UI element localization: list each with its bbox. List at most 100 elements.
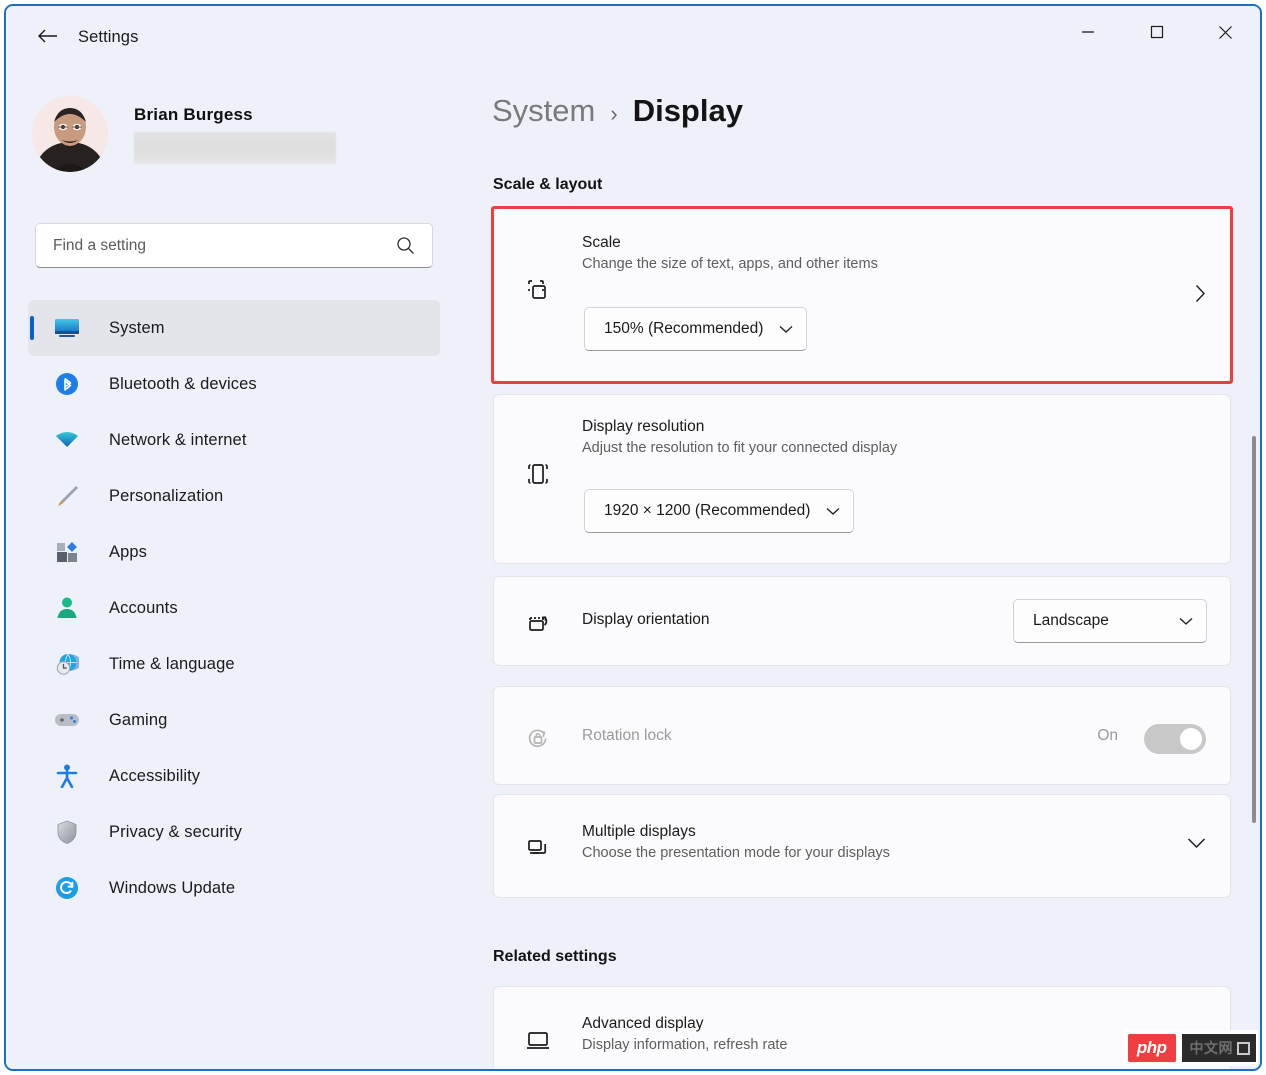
- sidebar-item-label: Bluetooth & devices: [109, 374, 257, 393]
- watermark-square-icon: [1237, 1041, 1250, 1055]
- sidebar-item-label: System: [109, 318, 165, 337]
- main-content: System › Display Scale & layout Scale Ch…: [470, 68, 1260, 1069]
- scale-card-title: Scale: [582, 234, 621, 251]
- settings-window: Settings Brian Burgess Find a setting Sy…: [4, 4, 1262, 1071]
- sidebar-item-system[interactable]: System: [28, 300, 440, 356]
- content-scrollbar[interactable]: [1248, 68, 1260, 1069]
- scale-resize-icon: [523, 275, 553, 305]
- orientation-dropdown[interactable]: Landscape: [1013, 599, 1207, 643]
- back-arrow-icon: [37, 27, 59, 50]
- minimize-button[interactable]: [1053, 6, 1122, 58]
- maximize-button[interactable]: [1122, 6, 1191, 58]
- rotation-lock-card-title: Rotation lock: [582, 727, 672, 744]
- rotation-lock-icon: [523, 723, 553, 753]
- profile-email-redacted: [134, 131, 336, 164]
- update-refresh-icon: [52, 873, 82, 903]
- user-profile[interactable]: Brian Burgess: [32, 96, 336, 172]
- bluetooth-icon: [52, 369, 82, 399]
- scale-card-subtitle: Change the size of text, apps, and other…: [582, 256, 878, 272]
- orientation-dropdown-value: Landscape: [1033, 612, 1109, 629]
- sidebar-item-personalization[interactable]: Personalization: [28, 468, 440, 524]
- watermark-badge: php 中文网: [1123, 1030, 1258, 1066]
- sidebar-item-time-language[interactable]: Time & language: [28, 636, 440, 692]
- multiple-displays-icon: [523, 833, 553, 863]
- scale-card[interactable]: Scale Change the size of text, apps, and…: [493, 208, 1231, 382]
- resolution-icon: [523, 459, 553, 489]
- orientation-rotate-icon: [523, 608, 553, 638]
- scrollbar-thumb[interactable]: [1252, 436, 1256, 823]
- multiple-displays-card-title: Multiple displays: [582, 823, 696, 840]
- search-input[interactable]: [53, 236, 396, 255]
- page-title: Display: [632, 93, 743, 128]
- sidebar-item-windows-update[interactable]: Windows Update: [28, 860, 440, 916]
- breadcrumb-parent[interactable]: System: [492, 93, 595, 129]
- gamepad-icon: [52, 705, 82, 735]
- resolution-card-subtitle: Adjust the resolution to fit your connec…: [582, 440, 898, 456]
- sidebar-nav: System Bluetooth & devices Network & int…: [28, 300, 440, 916]
- close-button[interactable]: [1191, 6, 1260, 58]
- monitor-icon: [52, 313, 82, 343]
- sidebar-item-apps[interactable]: Apps: [28, 524, 440, 580]
- resolution-dropdown-value: 1920 × 1200 (Recommended): [604, 502, 811, 519]
- search-icon: [396, 236, 415, 255]
- shield-icon: [52, 817, 82, 847]
- sidebar-item-bluetooth-devices[interactable]: Bluetooth & devices: [28, 356, 440, 412]
- breadcrumb-separator-icon: ›: [610, 101, 618, 126]
- sidebar-item-label: Network & internet: [109, 430, 247, 449]
- rotation-lock-card: Rotation lock On: [493, 686, 1231, 785]
- sidebar-item-label: Gaming: [109, 710, 168, 729]
- sidebar-item-accessibility[interactable]: Accessibility: [28, 748, 440, 804]
- sidebar-item-privacy-security[interactable]: Privacy & security: [28, 804, 440, 860]
- section-heading-related-settings: Related settings: [493, 948, 617, 965]
- multiple-displays-card[interactable]: Multiple displays Choose the presentatio…: [493, 794, 1231, 898]
- sidebar-item-network-internet[interactable]: Network & internet: [28, 412, 440, 468]
- sidebar-item-gaming[interactable]: Gaming: [28, 692, 440, 748]
- chevron-down-icon: [779, 325, 793, 334]
- scale-dropdown[interactable]: 150% (Recommended): [584, 307, 808, 351]
- back-button[interactable]: [28, 24, 68, 52]
- sidebar-item-accounts[interactable]: Accounts: [28, 580, 440, 636]
- apps-icon: [52, 537, 82, 567]
- orientation-card-title: Display orientation: [582, 611, 710, 628]
- resolution-dropdown[interactable]: 1920 × 1200 (Recommended): [584, 489, 855, 533]
- title-bar: Settings: [6, 6, 1260, 68]
- sidebar-item-label: Accessibility: [109, 766, 201, 785]
- section-heading-scale-layout: Scale & layout: [493, 176, 603, 193]
- watermark-secondary-label: 中文网: [1181, 1034, 1256, 1062]
- paintbrush-icon: [52, 481, 82, 511]
- close-icon: [1218, 25, 1233, 40]
- rotation-lock-toggle: [1144, 724, 1206, 754]
- breadcrumb: System › Display: [492, 93, 743, 129]
- sidebar-item-label: Apps: [109, 542, 148, 561]
- chevron-down-icon[interactable]: [1187, 837, 1206, 849]
- scale-dropdown-value: 150% (Recommended): [604, 320, 764, 337]
- rotation-lock-state-label: On: [1097, 727, 1118, 744]
- chevron-down-icon: [826, 507, 840, 516]
- display-orientation-card[interactable]: Display orientation Landscape: [493, 576, 1231, 666]
- search-box[interactable]: [35, 223, 433, 268]
- watermark-php-label: php: [1127, 1034, 1176, 1062]
- multiple-displays-card-subtitle: Choose the presentation mode for your di…: [582, 845, 890, 861]
- avatar: [32, 96, 108, 172]
- maximize-icon: [1150, 25, 1164, 39]
- display-resolution-card[interactable]: Display resolution Adjust the resolution…: [493, 394, 1231, 564]
- chevron-right-icon[interactable]: [1195, 284, 1206, 303]
- chevron-down-icon: [1179, 617, 1193, 626]
- minimize-icon: [1081, 26, 1095, 38]
- wifi-icon: [52, 425, 82, 455]
- profile-name: Brian Burgess: [134, 104, 253, 124]
- sidebar-item-label: Windows Update: [109, 878, 236, 897]
- clock-globe-icon: [52, 649, 82, 679]
- sidebar-item-label: Accounts: [109, 598, 178, 617]
- advanced-display-card-title: Advanced display: [582, 1015, 704, 1032]
- app-title: Settings: [78, 28, 139, 46]
- sidebar-item-label: Privacy & security: [109, 822, 242, 841]
- advanced-display-card[interactable]: Advanced display Display information, re…: [493, 986, 1231, 1069]
- advanced-display-card-subtitle: Display information, refresh rate: [582, 1037, 788, 1053]
- sidebar-item-label: Personalization: [109, 486, 224, 505]
- sidebar: Brian Burgess Find a setting System Blue…: [6, 68, 470, 1069]
- person-icon: [52, 593, 82, 623]
- display-monitor-icon: [523, 1025, 553, 1055]
- window-controls: [1053, 6, 1260, 58]
- watermark-secondary-text: 中文网: [1189, 1040, 1233, 1056]
